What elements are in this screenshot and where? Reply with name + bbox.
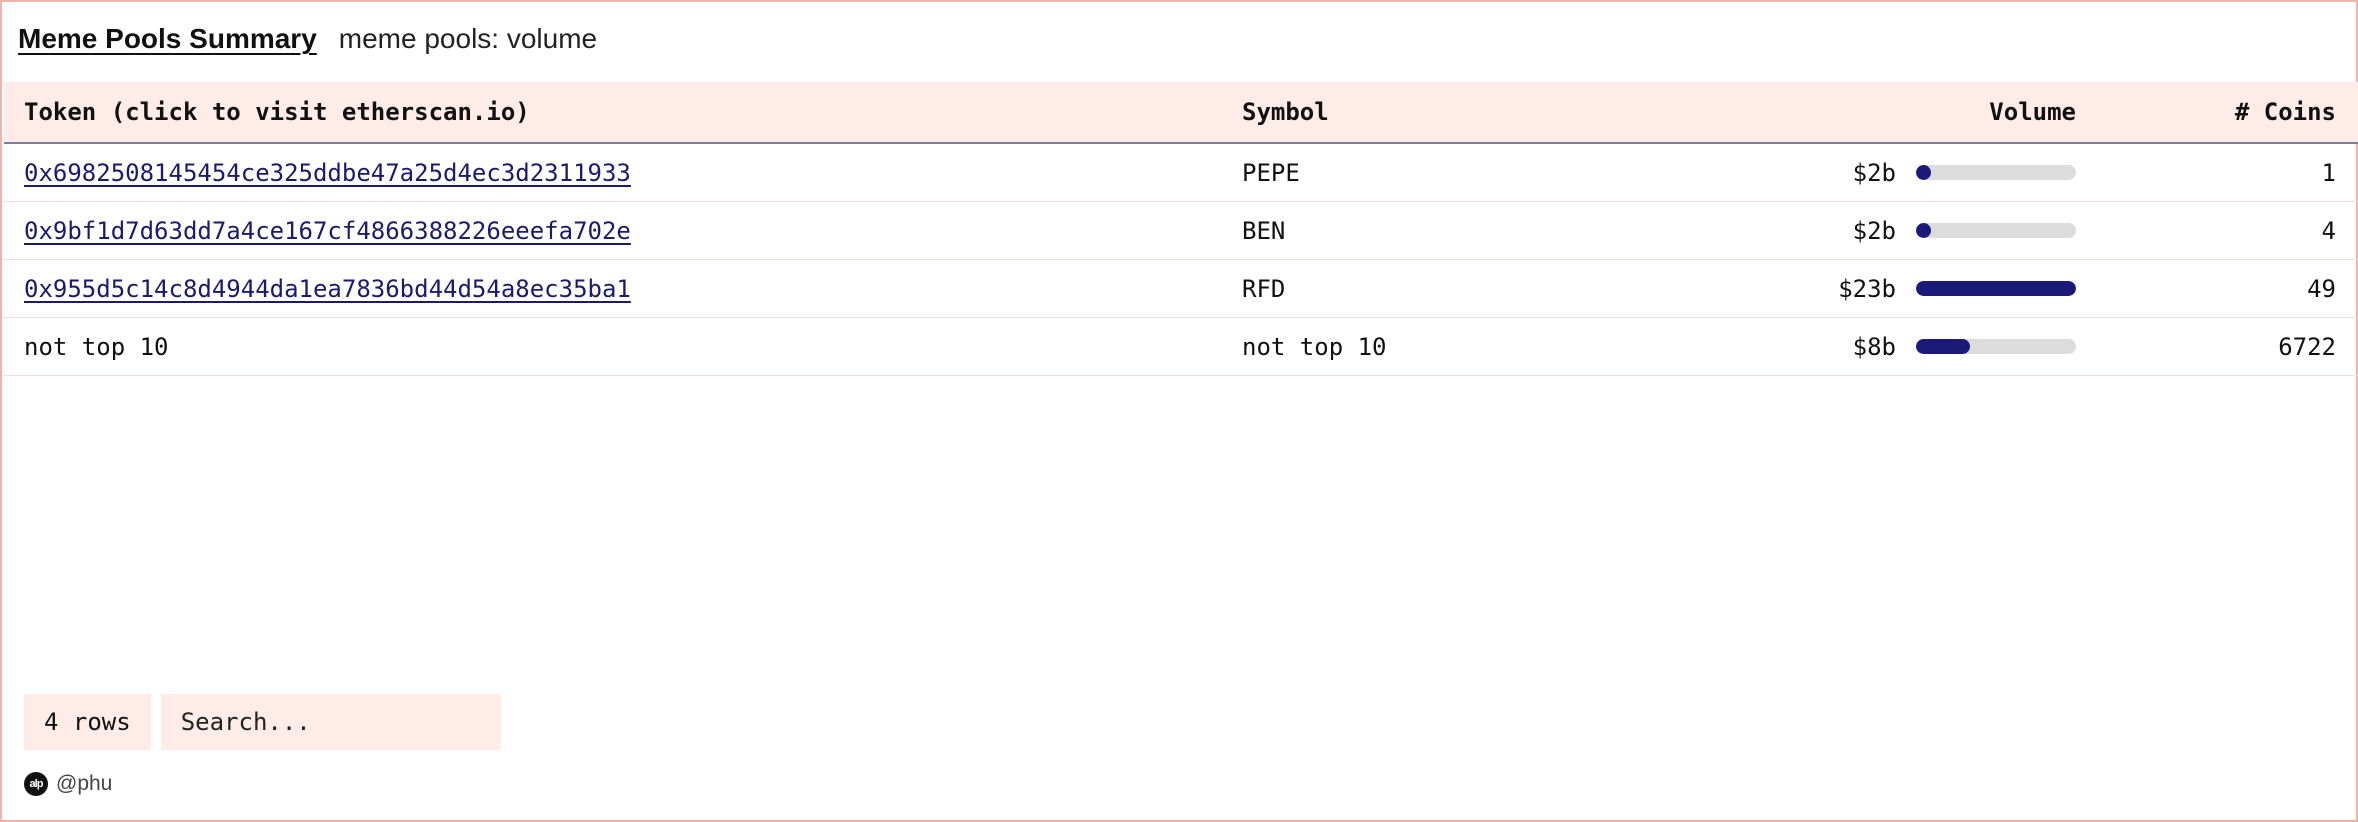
row-count-badge: 4 rows [24, 694, 151, 750]
volume-cell: $2b [1742, 159, 2076, 187]
volume-bar-fill [1916, 339, 1971, 354]
volume-bar-track [1916, 165, 2076, 180]
token-link[interactable]: 0x6982508145454ce325ddbe47a25d4ec3d23119… [24, 159, 631, 187]
column-header-volume[interactable]: Volume [1742, 98, 2076, 126]
volume-bar-fill [1916, 223, 1931, 238]
volume-cell: $8b [1742, 333, 2076, 361]
coins-cell: 6722 [2278, 332, 2336, 361]
author-handle: @phu [56, 772, 113, 795]
page-frame: Meme Pools Summary meme pools: volume To… [0, 0, 2358, 822]
column-header-coins[interactable]: # Coins [2076, 98, 2358, 126]
table-row: 0x955d5c14c8d4944da1ea7836bd44d54a8ec35b… [4, 260, 2358, 318]
pools-table: Token (click to visit etherscan.io) Symb… [4, 82, 2358, 376]
page-title-link[interactable]: Meme Pools Summary [18, 23, 317, 55]
symbol-cell: not top 10 [1242, 332, 1387, 361]
column-header-token[interactable]: Token (click to visit etherscan.io) [4, 98, 1222, 126]
volume-cell: $23b [1742, 275, 2076, 303]
table-row: not top 10 not top 10 $8b 6722 [4, 318, 2358, 376]
volume-value: $2b [1852, 216, 1896, 245]
search-input[interactable] [160, 694, 501, 750]
table-row: 0x6982508145454ce325ddbe47a25d4ec3d23119… [4, 144, 2358, 202]
volume-value: $2b [1852, 158, 1896, 187]
token-link[interactable]: 0x9bf1d7d63dd7a4ce167cf4866388226eeefa70… [24, 217, 631, 245]
volume-bar-track [1916, 339, 2076, 354]
avatar: alp [24, 772, 48, 796]
token-link[interactable]: 0x955d5c14c8d4944da1ea7836bd44d54a8ec35b… [24, 275, 631, 303]
table-header: Token (click to visit etherscan.io) Symb… [4, 82, 2358, 144]
volume-bar-track [1916, 223, 2076, 238]
volume-bar-track [1916, 281, 2076, 296]
volume-value: $23b [1838, 274, 1896, 303]
volume-value: $8b [1852, 332, 1896, 361]
symbol-cell: PEPE [1242, 158, 1300, 187]
volume-cell: $2b [1742, 217, 2076, 245]
coins-cell: 4 [2321, 216, 2336, 245]
volume-bar-fill [1916, 165, 1931, 180]
column-header-volume-label: Volume [1989, 98, 2076, 126]
coins-cell: 49 [2307, 274, 2336, 303]
table-row: 0x9bf1d7d63dd7a4ce167cf4866388226eeefa70… [4, 202, 2358, 260]
volume-bar-fill [1916, 281, 2076, 296]
page-subtitle: meme pools: volume [338, 23, 598, 54]
header: Meme Pools Summary meme pools: volume [18, 20, 597, 58]
column-header-symbol[interactable]: Symbol [1222, 98, 1742, 126]
symbol-cell: BEN [1242, 216, 1286, 245]
token-cell: not top 10 [24, 332, 169, 361]
symbol-cell: RFD [1242, 274, 1286, 303]
coins-cell: 1 [2321, 158, 2336, 187]
table-controls: 4 rows [24, 694, 501, 750]
author-credit[interactable]: alp @phu [24, 772, 112, 796]
